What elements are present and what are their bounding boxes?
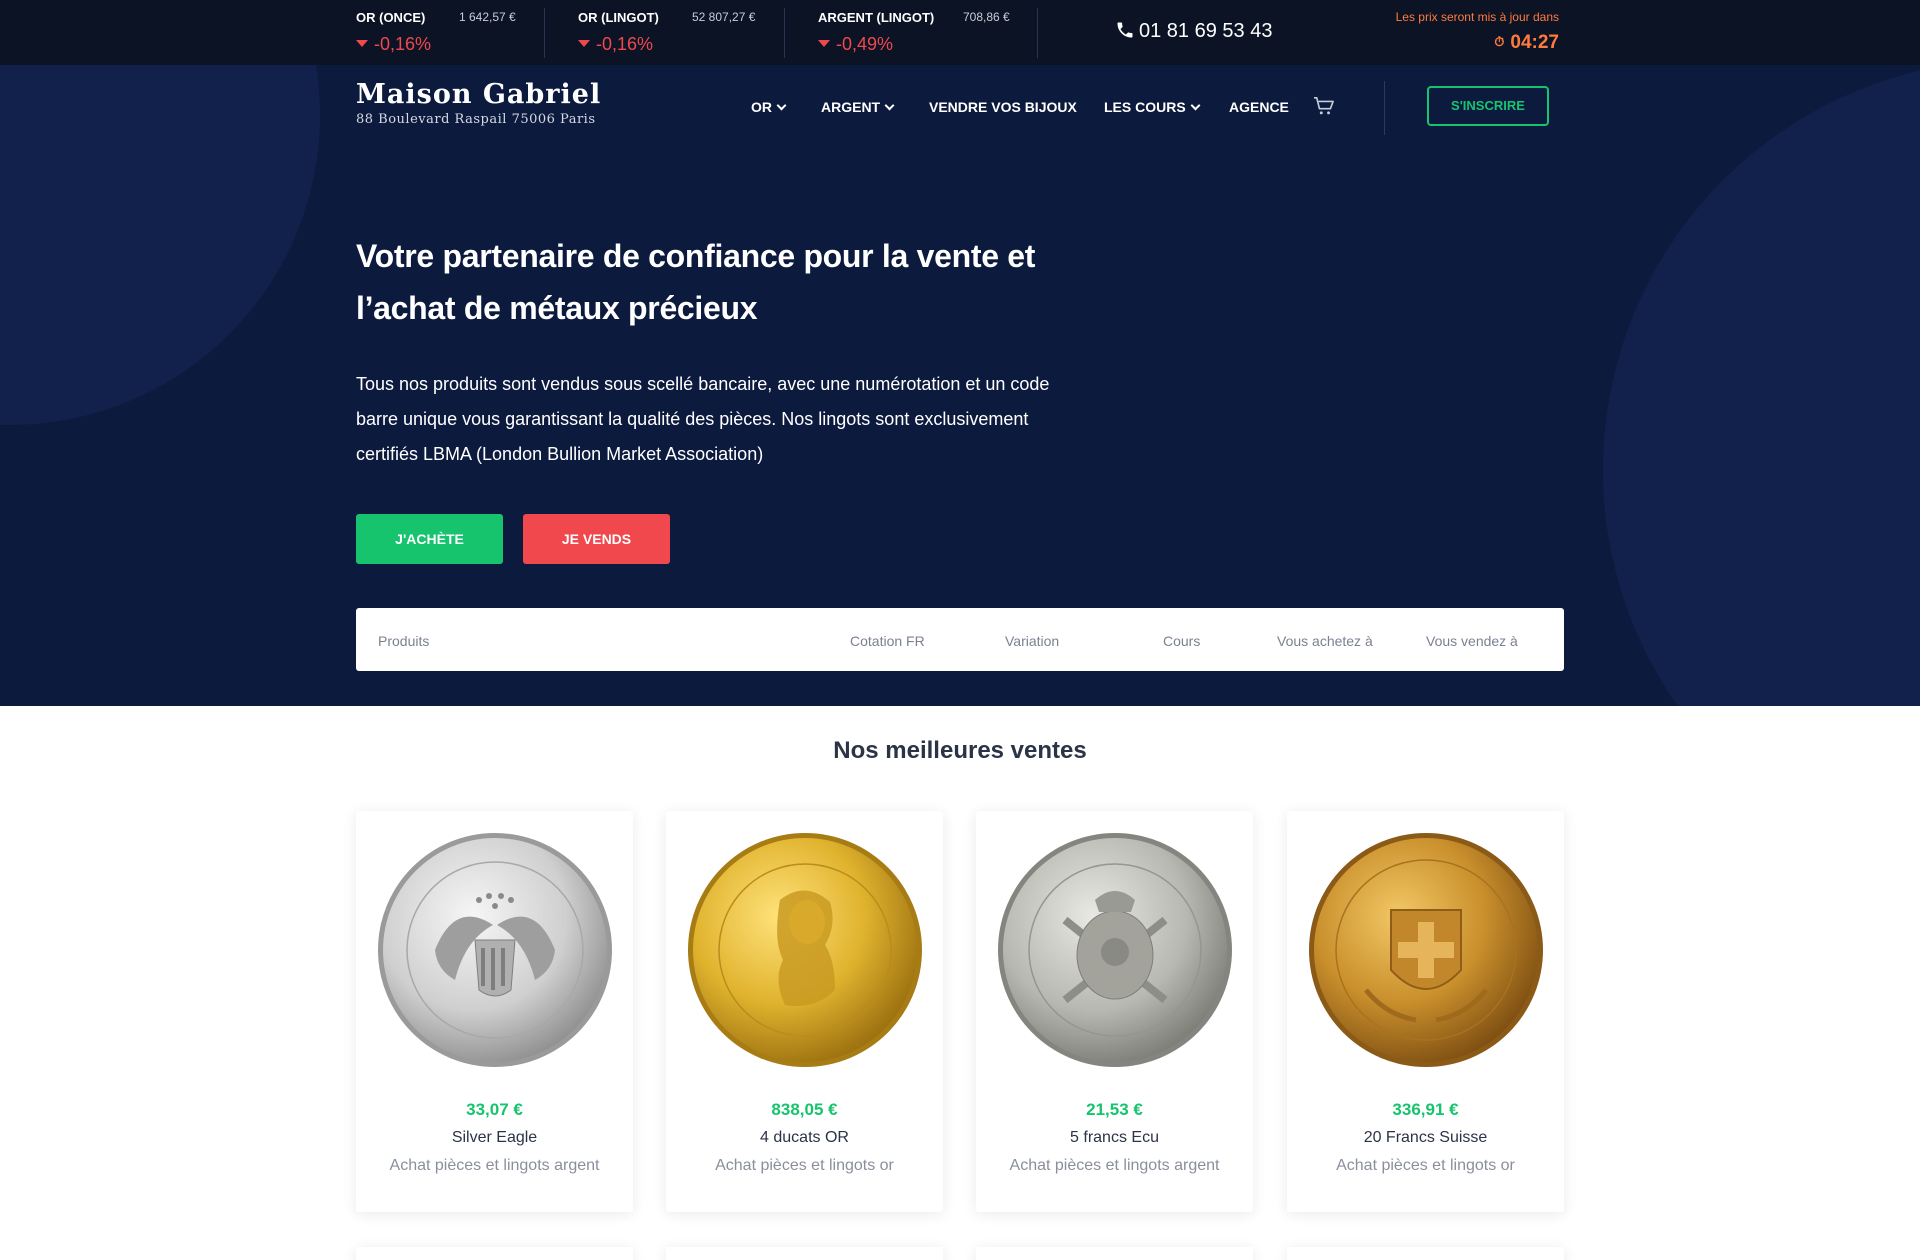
column-header-vous-achetez[interactable]: Vous achetez à [1277, 633, 1373, 649]
buy-button[interactable]: J'ACHÈTE [356, 514, 503, 564]
product-card[interactable]: 33,07 € Silver Eagle Achat pièces et lin… [356, 811, 633, 1212]
hero-title: Votre partenaire de confiance pour la ve… [356, 238, 1036, 326]
timer-icon: ⏱ [1494, 34, 1505, 49]
ticker-item-argent-lingot[interactable]: ARGENT (LINGOT) 708,86 € -0,49% [818, 0, 1018, 65]
product-card[interactable] [666, 1247, 943, 1260]
ticker-change: -0,16% [578, 34, 653, 55]
ticker-label: OR (LINGOT) [578, 10, 659, 25]
signup-button[interactable]: S'INSCRIRE [1427, 86, 1549, 126]
chevron-down-icon [884, 100, 895, 111]
chevron-down-icon [1190, 100, 1201, 111]
product-price: 21,53 € [1086, 1100, 1143, 1119]
nav-item-or[interactable]: OR [751, 99, 787, 115]
ticker-change: -0,16% [356, 34, 431, 55]
4-ducats-gold-coin-image [688, 833, 922, 1067]
decorative-circle [1603, 65, 1920, 706]
product-price: 33,07 € [466, 1100, 523, 1119]
nav-item-agence[interactable]: AGENCE [1229, 99, 1289, 115]
divider [1384, 81, 1385, 135]
chevron-down-icon [776, 100, 787, 111]
column-header-variation[interactable]: Variation [1005, 633, 1059, 649]
product-price: 838,05 € [771, 1100, 838, 1119]
down-arrow-icon [578, 40, 590, 47]
product-card[interactable]: 838,05 € 4 ducats OR Achat pièces et lin… [666, 811, 943, 1212]
ticker-label: ARGENT (LINGOT) [818, 10, 935, 25]
brand-logo[interactable]: Maison Gabriel 88 Boulevard Raspail 7500… [356, 79, 601, 127]
product-category: Achat pièces et lingots argent [1009, 1157, 1220, 1174]
product-card[interactable] [1287, 1247, 1564, 1260]
product-card[interactable] [976, 1247, 1253, 1260]
product-name: 4 ducats OR [760, 1129, 849, 1146]
product-card[interactable] [356, 1247, 633, 1260]
product-card[interactable]: 21,53 € 5 francs Ecu Achat pièces et lin… [976, 811, 1253, 1212]
decorative-circle [0, 65, 320, 425]
hero-section: Maison Gabriel 88 Boulevard Raspail 7500… [0, 65, 1920, 706]
column-header-vous-vendez[interactable]: Vous vendez à [1426, 633, 1518, 649]
sell-button[interactable]: JE VENDS [523, 514, 670, 564]
5-francs-ecu-coin-image [998, 833, 1232, 1067]
best-sellers-title: Nos meilleures ventes [833, 737, 1087, 764]
divider [544, 8, 545, 58]
price-update-timer: ⏱ 04:27 [1494, 32, 1559, 53]
price-update-label: Les prix seront mis à jour dans [1395, 10, 1559, 24]
brand-address: 88 Boulevard Raspail 75006 Paris [356, 112, 596, 127]
phone-number-link[interactable]: 01 81 69 53 43 [1115, 20, 1272, 43]
divider [1037, 8, 1038, 58]
ticker-change: -0,49% [818, 34, 893, 55]
column-header-cotation[interactable]: Cotation FR [850, 633, 925, 649]
product-card[interactable]: 336,91 € 20 Francs Suisse Achat pièces e… [1287, 811, 1564, 1212]
brand-name: Maison Gabriel [356, 79, 602, 110]
cart-button[interactable] [1313, 96, 1335, 121]
ticker-price: 52 807,27 € [692, 10, 756, 24]
phone-icon [1117, 22, 1133, 38]
product-category: Achat pièces et lingots or [715, 1157, 894, 1174]
product-price: 336,91 € [1392, 1100, 1459, 1119]
product-name: 5 francs Ecu [1070, 1129, 1159, 1146]
nav-item-les-cours[interactable]: LES COURS [1104, 99, 1201, 115]
price-ticker-bar: OR (ONCE) 1 642,57 € -0,16% OR (LINGOT) … [0, 0, 1920, 65]
down-arrow-icon [818, 40, 830, 47]
column-header-produits[interactable]: Produits [378, 633, 429, 649]
20-francs-suisse-coin-image [1309, 833, 1543, 1067]
nav-item-argent[interactable]: ARGENT [821, 99, 895, 115]
ticker-item-or-lingot[interactable]: OR (LINGOT) 52 807,27 € -0,16% [578, 0, 778, 65]
ticker-price: 1 642,57 € [459, 10, 516, 24]
product-category: Achat pièces et lingots or [1336, 1157, 1515, 1174]
ticker-label: OR (ONCE) [356, 10, 426, 25]
ticker-price: 708,86 € [963, 10, 1010, 24]
nav-item-vendre-vos-bijoux[interactable]: VENDRE VOS BIJOUX [929, 99, 1077, 115]
phone-number: 01 81 69 53 43 [1139, 20, 1273, 42]
product-name: 20 Francs Suisse [1363, 1129, 1488, 1146]
product-category: Achat pièces et lingots argent [389, 1157, 600, 1174]
hero-description: Tous nos produits sont vendus sous scell… [356, 374, 1050, 464]
silver-eagle-coin-image [378, 833, 612, 1067]
down-arrow-icon [356, 40, 368, 47]
divider [784, 8, 785, 58]
cart-icon [1314, 97, 1334, 115]
price-table-header: Produits Cotation FR Variation Cours Vou… [356, 608, 1564, 671]
ticker-item-or-once[interactable]: OR (ONCE) 1 642,57 € -0,16% [356, 0, 526, 65]
column-header-cours[interactable]: Cours [1163, 633, 1200, 649]
product-name: Silver Eagle [451, 1129, 538, 1146]
